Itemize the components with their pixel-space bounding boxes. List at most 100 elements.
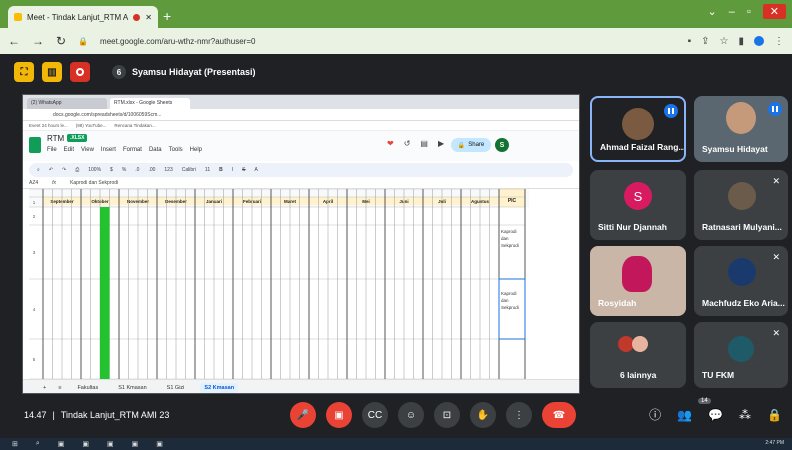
participant-tile[interactable]: Syamsu Hidayat xyxy=(694,96,788,162)
menu-format: Format xyxy=(122,147,142,153)
taskbar-app-icon[interactable]: ▣ xyxy=(107,440,114,448)
shared-tab-whatsapp: (2) WhatsApp xyxy=(27,98,107,109)
meeting-name: Tindak Lanjut_RTM AMI 23 xyxy=(60,410,170,420)
participant-name: 6 lainnya xyxy=(620,370,657,380)
menu-tools: Tools xyxy=(168,147,183,153)
speaking-icon xyxy=(768,102,782,116)
fullscreen-icon[interactable]: ⛶ xyxy=(14,62,34,82)
browser-tab-meet[interactable]: Meet - Tindak Lanjut_RTM A ✕ xyxy=(8,6,158,28)
share-icon[interactable]: ⇪ xyxy=(701,36,709,47)
participant-tile[interactable]: ✕ TU FKM xyxy=(694,322,788,388)
taskbar-app-icon[interactable]: ▣ xyxy=(156,440,163,448)
captions-button[interactable]: CC xyxy=(362,402,388,428)
emoji-button[interactable]: ☺ xyxy=(398,402,424,428)
record-button[interactable] xyxy=(70,62,90,82)
menu-file: File xyxy=(47,147,57,153)
layout-icon[interactable]: ▥ xyxy=(42,62,62,82)
sheet-avatar: S xyxy=(495,138,509,152)
present-button[interactable]: ⊡ xyxy=(434,402,460,428)
raise-hand-button[interactable]: ✋ xyxy=(470,402,496,428)
speaking-icon xyxy=(664,104,678,118)
people-icon[interactable]: 👥 xyxy=(677,408,692,422)
participant-name: Syamsu Hidayat xyxy=(702,144,768,154)
forward-icon[interactable]: → xyxy=(32,34,44,48)
taskbar-app-icon[interactable]: ▣ xyxy=(132,440,139,448)
participant-tile[interactable]: S Sitti Nur Djannah xyxy=(590,170,686,240)
pic-cell-text: Sekprodi xyxy=(501,243,519,248)
row-number: 4 xyxy=(33,307,36,312)
shared-address-bar: docs.google.com/spreadsheets/d/1006059Sc… xyxy=(23,109,579,121)
leave-call-button[interactable]: ☎ xyxy=(542,402,576,428)
participant-avatar xyxy=(632,336,648,352)
close-window-icon[interactable]: ✕ xyxy=(762,4,786,19)
sheet-tab: S1 Gizi xyxy=(166,384,185,391)
formula-bar: AZ4 fx Kaprodi dan Sekprodi xyxy=(23,179,579,189)
back-icon[interactable]: ← xyxy=(8,34,20,48)
menu-view: View xyxy=(81,147,94,153)
percent-format: % xyxy=(121,167,127,173)
host-controls-icon[interactable]: 🔒 xyxy=(767,408,782,422)
pic-cell-text: Kaprodi xyxy=(501,291,517,296)
sheet-header-icons: ❤ ↺ ▤ ▶ xyxy=(387,139,444,148)
taskbar-app-icon[interactable]: ▣ xyxy=(58,440,65,448)
doc-badge: .XLSX xyxy=(67,134,88,142)
menu-data: Data xyxy=(148,147,162,153)
sheet-header: RTM .XLSX File Edit View Insert Format D… xyxy=(23,131,579,161)
taskbar-app-icon[interactable]: ▣ xyxy=(82,440,89,448)
meet-favicon xyxy=(14,13,22,21)
participant-video xyxy=(622,108,654,140)
redo-icon: ↷ xyxy=(62,167,67,173)
participant-tile[interactable]: 6 lainnya xyxy=(590,322,686,388)
share-label: Share xyxy=(468,142,485,148)
star-icon[interactable]: ☆ xyxy=(720,36,729,47)
participant-avatar xyxy=(728,336,754,362)
participant-name: Machfudz Eko Aria... xyxy=(702,298,785,308)
search-icon[interactable]: ⌕ xyxy=(36,440,40,448)
pic-cell-text: dan xyxy=(501,236,509,241)
activities-icon[interactable]: ⁂ xyxy=(739,408,751,422)
text-color-button: A xyxy=(254,167,258,173)
sheet-share-button: 🔒 Share xyxy=(451,138,491,152)
fx-icon: fx xyxy=(52,180,57,186)
spreadsheet-grid: September Oktober November Desember Januari F… xyxy=(29,189,529,379)
participant-avatar xyxy=(728,182,756,210)
info-icon[interactable]: ⓘ xyxy=(649,406,661,423)
camera-icon[interactable]: ▪ xyxy=(688,36,692,47)
close-tab-icon[interactable]: ✕ xyxy=(145,13,152,22)
presenter-label: 6 Syamsu Hidayat (Presentasi) xyxy=(112,65,256,79)
heart-icon: ❤ xyxy=(387,139,394,148)
meet-top-bar: ⛶ ▥ 6 Syamsu Hidayat (Presentasi) xyxy=(0,54,792,90)
sidepanel-icon[interactable]: ▮ xyxy=(738,36,744,47)
chat-icon[interactable]: 💬 xyxy=(708,408,723,422)
windows-start-icon[interactable]: ⊞ xyxy=(12,440,18,448)
camera-off-button[interactable]: ▣ xyxy=(326,402,352,428)
participant-tile[interactable]: Ahmad Faizal Rang... xyxy=(590,96,686,162)
participant-tile[interactable]: ✕ Ratnasari Mulyani... xyxy=(694,170,788,240)
participant-count-badge: 14 xyxy=(698,398,711,404)
font-family: Calibri xyxy=(181,167,196,173)
font-size: 11 xyxy=(204,167,211,173)
profile-icon[interactable] xyxy=(754,35,764,46)
zoom-value: 100% xyxy=(88,167,102,173)
address-bar[interactable]: meet.google.com/aru-wthz-nmr?authuser=0 xyxy=(100,37,676,46)
participant-tile[interactable]: Rosyidah xyxy=(590,246,686,316)
participant-name: TU FKM xyxy=(702,370,735,380)
os-taskbar: ⊞ ⌕ ▣ ▣ ▣ ▣ ▣ 2:47 PM xyxy=(0,438,792,450)
participant-name: Sitti Nur Djannah xyxy=(598,222,667,232)
strike-button: S xyxy=(242,167,246,173)
mic-off-button[interactable]: 🎤 xyxy=(290,402,316,428)
new-tab-icon[interactable]: + xyxy=(163,8,171,24)
participant-tile[interactable]: ✕ Machfudz Eko Aria... xyxy=(694,246,788,316)
menu-insert: Insert xyxy=(100,147,116,153)
maximize-icon[interactable]: ▫ xyxy=(747,6,751,18)
sheet-menu: File Edit View Insert Format Data Tools … xyxy=(47,147,202,153)
pic-cell-text: dan xyxy=(501,298,509,303)
reload-icon[interactable]: ↻ xyxy=(56,34,66,48)
lock-icon: 🔒 xyxy=(78,36,89,46)
taskbar-clock: 2:47 PM xyxy=(765,440,784,446)
number-format: 123 xyxy=(164,167,173,173)
minimize-icon[interactable]: – xyxy=(729,6,735,18)
more-options-button[interactable]: ⋮ xyxy=(506,402,532,428)
chevron-down-icon[interactable]: ⌄ xyxy=(708,5,717,18)
more-icon[interactable]: ⋮ xyxy=(774,36,784,47)
